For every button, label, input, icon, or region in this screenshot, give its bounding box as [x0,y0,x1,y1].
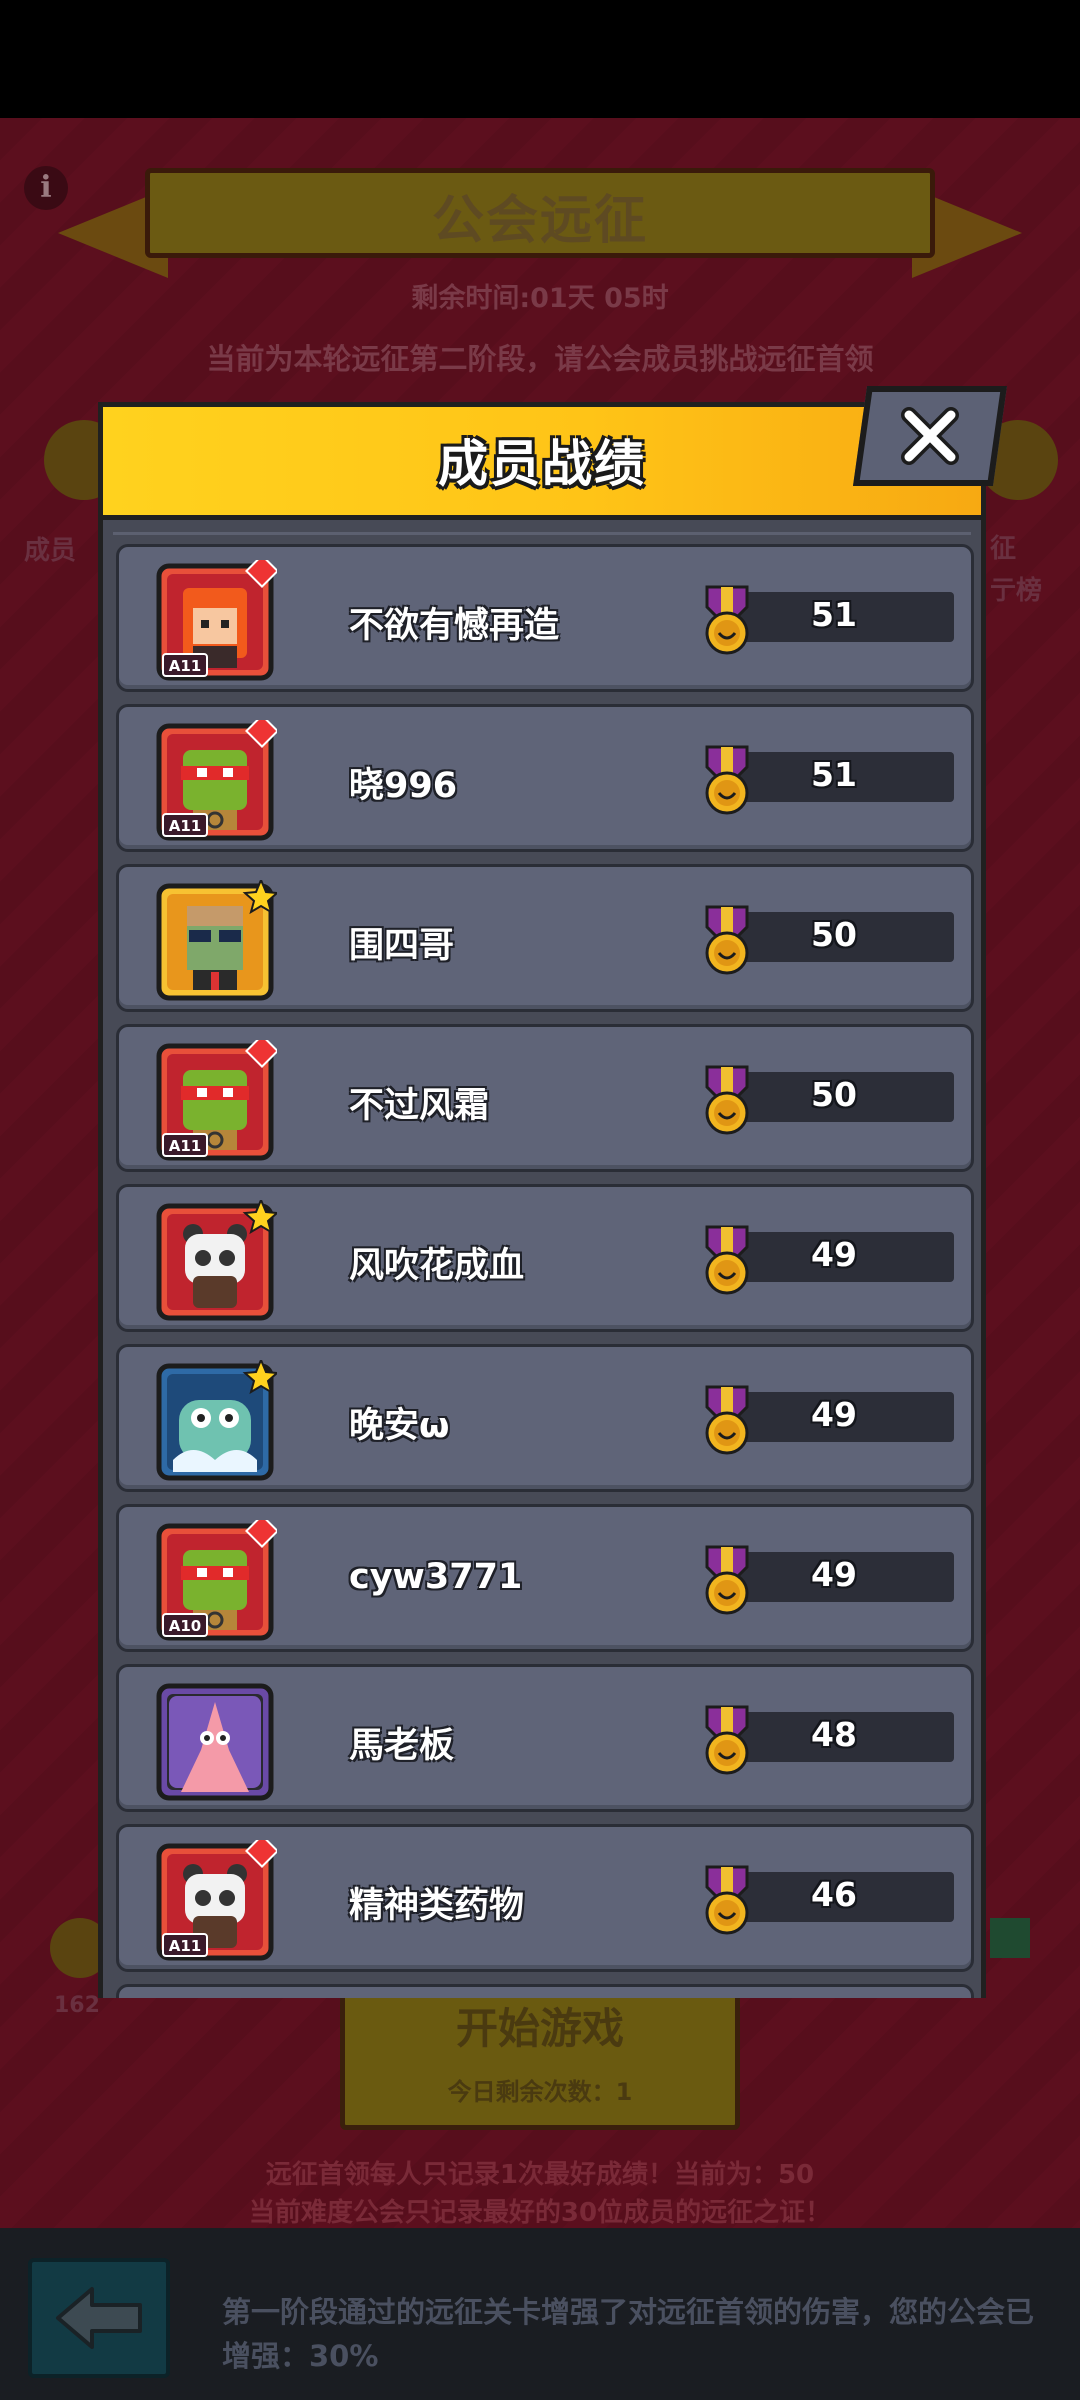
svg-text:A11: A11 [169,1937,201,1955]
record-note-2: 当前难度公会只记录最好的30位成员的远征之证！ [248,2198,832,2228]
member-name: cyw3771 [349,1557,523,1597]
member-name: 不欲有憾再造 [349,606,560,646]
member-records-dialog: 成员战绩 A11 不欲有憾再造 51 A11 晓996 51 围四哥 50 A11 不过风霜 50 风… [98,386,1008,1998]
svg-text:A11: A11 [169,1137,201,1155]
member-row[interactable]: A11 不过风霜 50 [116,1024,974,1172]
member-list[interactable]: A11 不欲有憾再造 51 A11 晓996 51 围四哥 50 A11 不过风霜 50 风吹花成血 4… [98,520,986,1998]
member-row[interactable]: A11 精神类药物 46 [116,1824,974,1972]
ninja-turtle-avatar[interactable]: A11 [153,1034,279,1164]
member-row[interactable]: A11 不欲有憾再造 51 [116,544,974,692]
member-row[interactable]: 围四哥 50 [116,864,974,1012]
members-label[interactable]: 成员 [24,530,76,567]
member-row[interactable]: 晚安ω 49 [116,1344,974,1492]
member-score: 51 [811,595,857,634]
member-name: 围四哥 [349,926,455,966]
ranking-label[interactable]: 征 亍榜 [990,528,1050,612]
member-score: 49 [811,1395,857,1434]
member-score: 49 [811,1235,857,1274]
member-score: 51 [811,755,857,794]
starfish-avatar[interactable] [153,1680,277,1804]
member-score: 50 [811,915,857,954]
ice-monster-avatar[interactable] [153,1357,280,1484]
orange-hair-girl-avatar[interactable]: A11 [153,554,279,684]
member-row[interactable]: A11 晓996 51 [116,704,974,852]
sunglasses-zombie-avatar[interactable] [153,877,280,1004]
member-row[interactable]: 馬老板 48 [116,1664,974,1812]
close-button[interactable] [852,386,1008,486]
svg-text:A11: A11 [169,657,201,675]
record-note-1: 远征首领每人只记录1次最好成绩！当前为：50 [265,2160,815,2190]
member-name: 风吹花成血 [349,1246,525,1286]
member-score: 46 [811,1875,857,1914]
screen-title: 公会远征 [431,191,648,251]
close-icon [901,407,959,465]
member-name: 馬老板 [349,1726,455,1766]
member-score: 50 [811,1075,857,1114]
panda-avatar[interactable] [153,1197,280,1324]
svg-text:A11: A11 [169,817,201,835]
ninja-turtle-avatar[interactable]: A11 [153,714,279,844]
member-name: 不过风霜 [349,1086,490,1126]
member-name: 晚安ω [349,1406,450,1446]
member-name: 精神类药物 [349,1886,525,1926]
bonus-message: 第一阶段通过的远征关卡增强了对远征首领的伤害，您的公会已增强：30% [222,2295,1035,2373]
member-row[interactable] [116,1984,974,1998]
back-arrow-icon [56,2287,142,2349]
side-button[interactable] [990,1918,1030,1958]
ninja-turtle-avatar[interactable]: A10 [153,1514,279,1644]
time-remaining: 剩余时间:01天 05时 [411,283,669,314]
panda-avatar[interactable]: A11 [153,1834,279,1964]
member-score: 49 [811,1555,857,1594]
svg-text:A10: A10 [169,1617,201,1635]
status-bar [0,0,1080,118]
member-name: 晓996 [349,766,458,806]
member-score: 48 [811,1715,857,1754]
remaining-attempts: 今日剩余次数：1 [447,2078,633,2106]
coin-count: 162 [54,1993,100,2018]
member-row[interactable]: 风吹花成血 49 [116,1184,974,1332]
start-game-label: 开始游戏 [455,2004,624,2053]
back-button[interactable] [28,2258,170,2378]
stage-text: 当前为本轮远征第二阶段，请公会成员挑战远征首领 [206,342,874,376]
member-row[interactable]: A10 cyw3771 49 [116,1504,974,1652]
